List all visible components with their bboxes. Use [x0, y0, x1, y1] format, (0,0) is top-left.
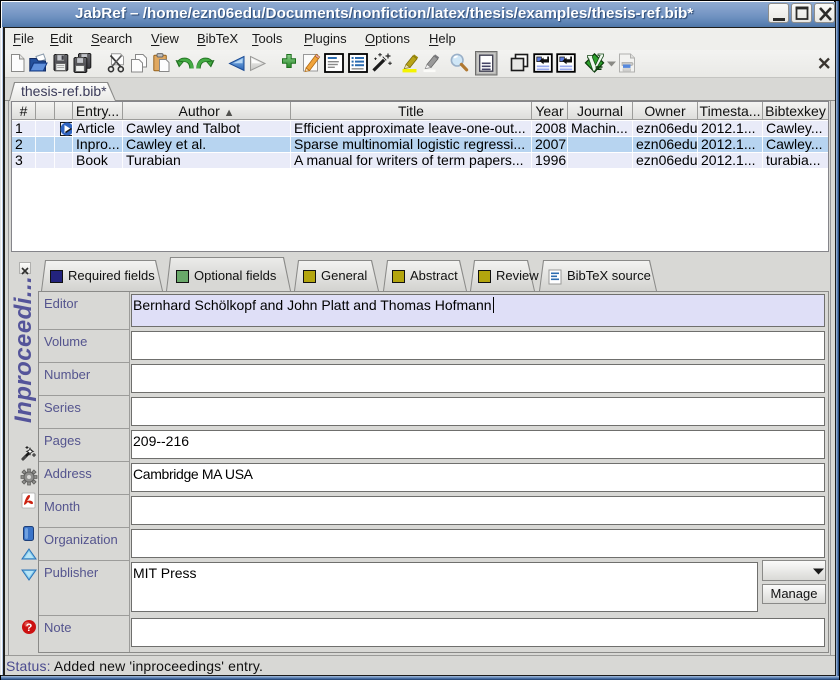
svg-text:?: ?	[26, 622, 33, 634]
